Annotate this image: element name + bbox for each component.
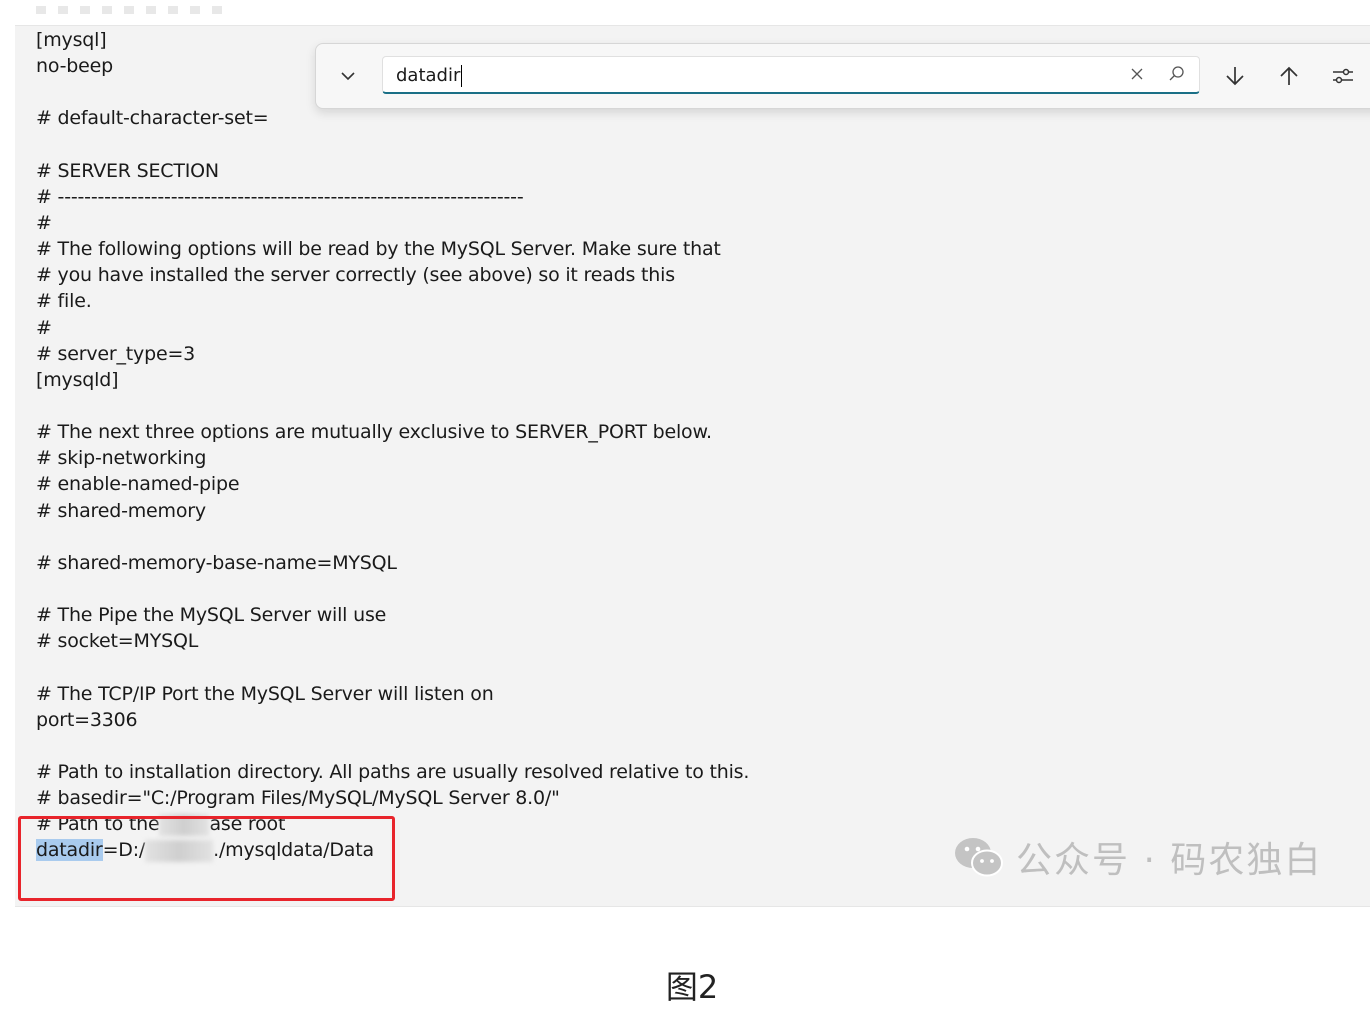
code-line: # shared-memory [36, 499, 206, 522]
code-line: # server_type=3 [36, 342, 196, 365]
search-query: datadir [396, 65, 461, 86]
text-caret [461, 65, 463, 87]
search-input[interactable]: datadir [382, 56, 1200, 94]
figure-caption: 图2 [665, 968, 719, 1006]
code-line: # [36, 316, 52, 339]
code-line: # default-character-set= [36, 107, 269, 130]
arrow-down-icon[interactable] [1223, 64, 1247, 88]
chevron-down-icon[interactable] [338, 66, 358, 86]
options-icon[interactable] [1331, 64, 1355, 88]
code-line: # The TCP/IP Port the MySQL Server will … [36, 682, 494, 705]
code-line: # socket=MYSQL [36, 630, 199, 653]
code-line: # skip-networking [36, 447, 207, 470]
find-bar: datadir [315, 43, 1370, 109]
code-content[interactable]: [mysql] no-beep # default-character-set= … [36, 27, 749, 864]
code-line: [mysqld] [36, 368, 119, 391]
code-line: # SERVER SECTION [36, 159, 219, 182]
code-line: port=3306 [36, 708, 138, 731]
code-line: # you have installed the server correctl… [36, 264, 675, 287]
search-icon[interactable] [1167, 64, 1187, 84]
code-line: # basedir="C:/Program Files/MySQL/MySQL … [36, 787, 560, 810]
arrow-up-icon[interactable] [1277, 64, 1301, 88]
code-line: # The next three options are mutually ex… [36, 421, 712, 444]
clear-icon[interactable] [1127, 64, 1147, 84]
code-line: # enable-named-pipe [36, 473, 240, 496]
code-line: # shared-memory-base-name=MYSQL [36, 551, 397, 574]
code-line: # file. [36, 290, 92, 313]
code-line: # --------------------------------------… [36, 185, 524, 208]
wechat-icon [955, 838, 1003, 877]
watermark: 公众号 · 码农独白 [952, 832, 1322, 882]
watermark-text: 公众号 · 码农独白 [1016, 840, 1323, 881]
code-line: # Path to installation directory. All pa… [36, 760, 750, 783]
cropped-text [36, 6, 226, 14]
code-line: # The Pipe the MySQL Server will use [36, 604, 387, 627]
code-line: # The following options will be read by … [36, 238, 721, 261]
code-line: # [36, 211, 52, 234]
highlight-annotation-box [18, 816, 395, 901]
top-strip [0, 0, 1370, 25]
